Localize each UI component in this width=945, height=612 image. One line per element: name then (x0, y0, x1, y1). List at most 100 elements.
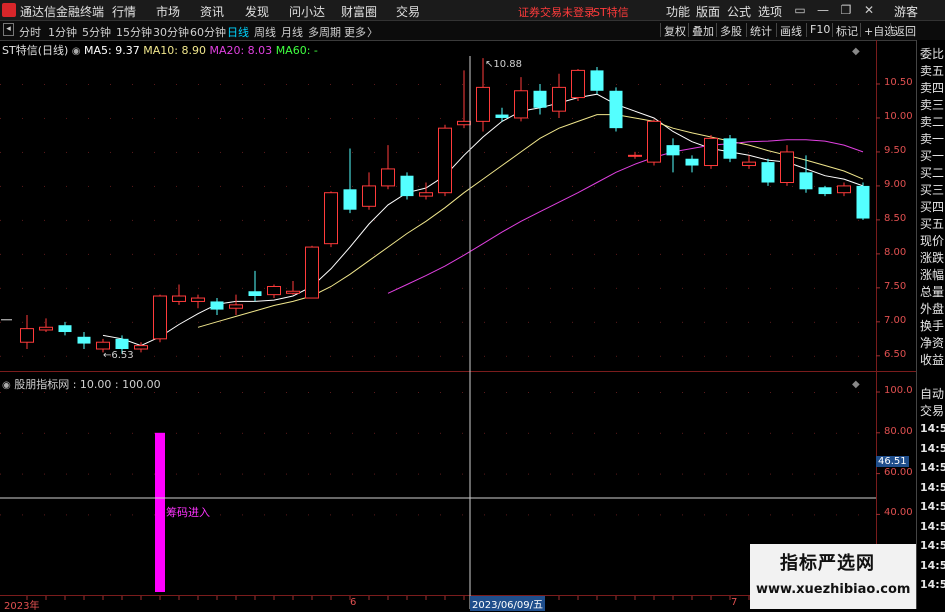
indicator-grid-dot (594, 392, 595, 393)
price-grid-dot (704, 117, 705, 119)
price-grid-dot (616, 287, 617, 289)
price-grid-dot (638, 287, 639, 289)
price-grid-dot (462, 219, 463, 221)
close-icon[interactable]: ✕ (861, 2, 877, 18)
indicator-grid-dot (792, 392, 793, 393)
price-grid-dot (506, 287, 507, 289)
tab-1min[interactable]: 1分钟 (48, 24, 77, 40)
indicator-grid-dot (308, 432, 309, 434)
indicator-grid-dot (616, 473, 617, 475)
app-logo-icon (2, 3, 16, 17)
guest-label[interactable]: 游客 (894, 3, 918, 20)
tab-monthly[interactable]: 月线 (281, 24, 303, 40)
tab-more[interactable]: 更多 (344, 24, 366, 40)
date-start-label: 2023年 (4, 601, 40, 612)
menu-item-ask[interactable]: 问小达 (289, 3, 325, 20)
price-grid-dot (572, 117, 573, 119)
price-grid-dot (220, 151, 221, 153)
tab-15min[interactable]: 15分钟 (116, 24, 152, 40)
mark-button[interactable]: 标记 (832, 23, 861, 38)
indicator-grid-dot (154, 392, 155, 393)
candle-body (856, 185, 870, 219)
price-grid-dot (352, 355, 353, 357)
tab-timeshare[interactable]: 分时 (19, 24, 41, 40)
menu-item-formula[interactable]: 公式 (727, 3, 751, 20)
tab-30min[interactable]: 30分钟 (153, 24, 189, 40)
toolbar-toggle-icon[interactable]: ◂ (3, 23, 14, 36)
side-label: 总量 (920, 285, 945, 299)
back-button[interactable]: 返回 (890, 23, 919, 38)
price-grid-dot (440, 117, 441, 119)
indicator-grid-dot (748, 432, 749, 434)
indicator-grid-dot (858, 514, 859, 516)
price-grid-dot (616, 321, 617, 323)
minimize-icon[interactable]: — (815, 2, 831, 18)
indicator-grid-dot (462, 392, 463, 393)
menu-item-trade[interactable]: 交易 (396, 3, 420, 20)
price-grid-dot (220, 253, 221, 255)
price-grid-dot (66, 151, 67, 153)
tab-5min[interactable]: 5分钟 (82, 24, 111, 40)
indicator-grid-dot (550, 473, 551, 475)
draw-line-button[interactable]: 画线 (776, 23, 805, 38)
menu-item-layout[interactable]: 版面 (696, 3, 720, 20)
price-grid-dot (0, 355, 1, 357)
price-grid-dot (0, 185, 1, 187)
login-status[interactable]: 证券交易未登录 (518, 4, 595, 20)
price-grid-dot (704, 253, 705, 255)
menu-item-news[interactable]: 资讯 (200, 3, 224, 20)
multi-stock-button[interactable]: 多股 (716, 23, 745, 38)
price-axis-label: 8.50 (884, 212, 907, 224)
price-grid-dot (286, 117, 287, 119)
indicator-grid-dot (88, 392, 89, 393)
tab-weekly[interactable]: 周线 (254, 24, 276, 40)
price-grid-dot (660, 185, 661, 187)
price-grid-dot (770, 219, 771, 221)
price-grid-dot (374, 287, 375, 289)
menu-item-options[interactable]: 选项 (758, 3, 782, 20)
restore-icon[interactable]: ❐ (838, 2, 854, 18)
overlay-button[interactable]: 叠加 (688, 23, 717, 38)
side-label: 现价 (920, 234, 945, 248)
price-grid-dot (660, 117, 661, 119)
tab-multi-period[interactable]: 多周期 (308, 24, 341, 40)
price-grid-dot (176, 185, 177, 187)
indicator-grid-dot (660, 514, 661, 516)
pin-icon[interactable]: ◆ (852, 46, 860, 57)
price-grid-dot (462, 253, 463, 255)
indicator-grid-dot (836, 432, 837, 434)
price-grid-dot (352, 287, 353, 289)
menu-item-market[interactable]: 市场 (156, 3, 180, 20)
candle-body (704, 137, 718, 167)
menu-item-discover[interactable]: 发现 (245, 3, 269, 20)
kline-chart[interactable]: ◆ ◆ (0, 40, 916, 609)
statistics-button[interactable]: 统计 (746, 23, 775, 38)
restore-rights-button[interactable]: 复权 (660, 23, 689, 38)
indicator-grid-dot (0, 473, 1, 475)
menu-item-wealth[interactable]: 财富圈 (341, 3, 377, 20)
price-grid-dot (506, 219, 507, 221)
price-grid-dot (374, 219, 375, 221)
candle-body (153, 295, 167, 340)
price-grid-dot (110, 151, 111, 153)
price-grid-dot (176, 151, 177, 153)
price-grid-dot (836, 185, 837, 187)
settings-icon[interactable]: ◉ (72, 46, 81, 57)
f10-button[interactable]: F10 (806, 23, 833, 37)
price-grid-dot (22, 83, 23, 85)
candle-body (609, 90, 623, 129)
price-grid-dot (44, 83, 45, 85)
indicator-grid-dot (242, 392, 243, 393)
price-grid-dot (22, 287, 23, 289)
screen-icon[interactable]: ▭ (792, 2, 808, 18)
menu-item-function[interactable]: 功能 (666, 3, 690, 20)
tab-daily[interactable]: 日线 (227, 24, 249, 40)
pin-icon[interactable]: ◆ (852, 379, 860, 390)
indicator-grid-dot (704, 473, 705, 475)
chevron-right-icon[interactable]: 〉 (367, 24, 378, 40)
menu-item-quotes[interactable]: 行情 (112, 3, 136, 20)
price-grid-dot (506, 253, 507, 255)
indicator-settings-icon[interactable]: ◉ (2, 380, 11, 391)
tab-60min[interactable]: 60分钟 (190, 24, 226, 40)
app-title: 通达信金融终端 (20, 5, 105, 19)
